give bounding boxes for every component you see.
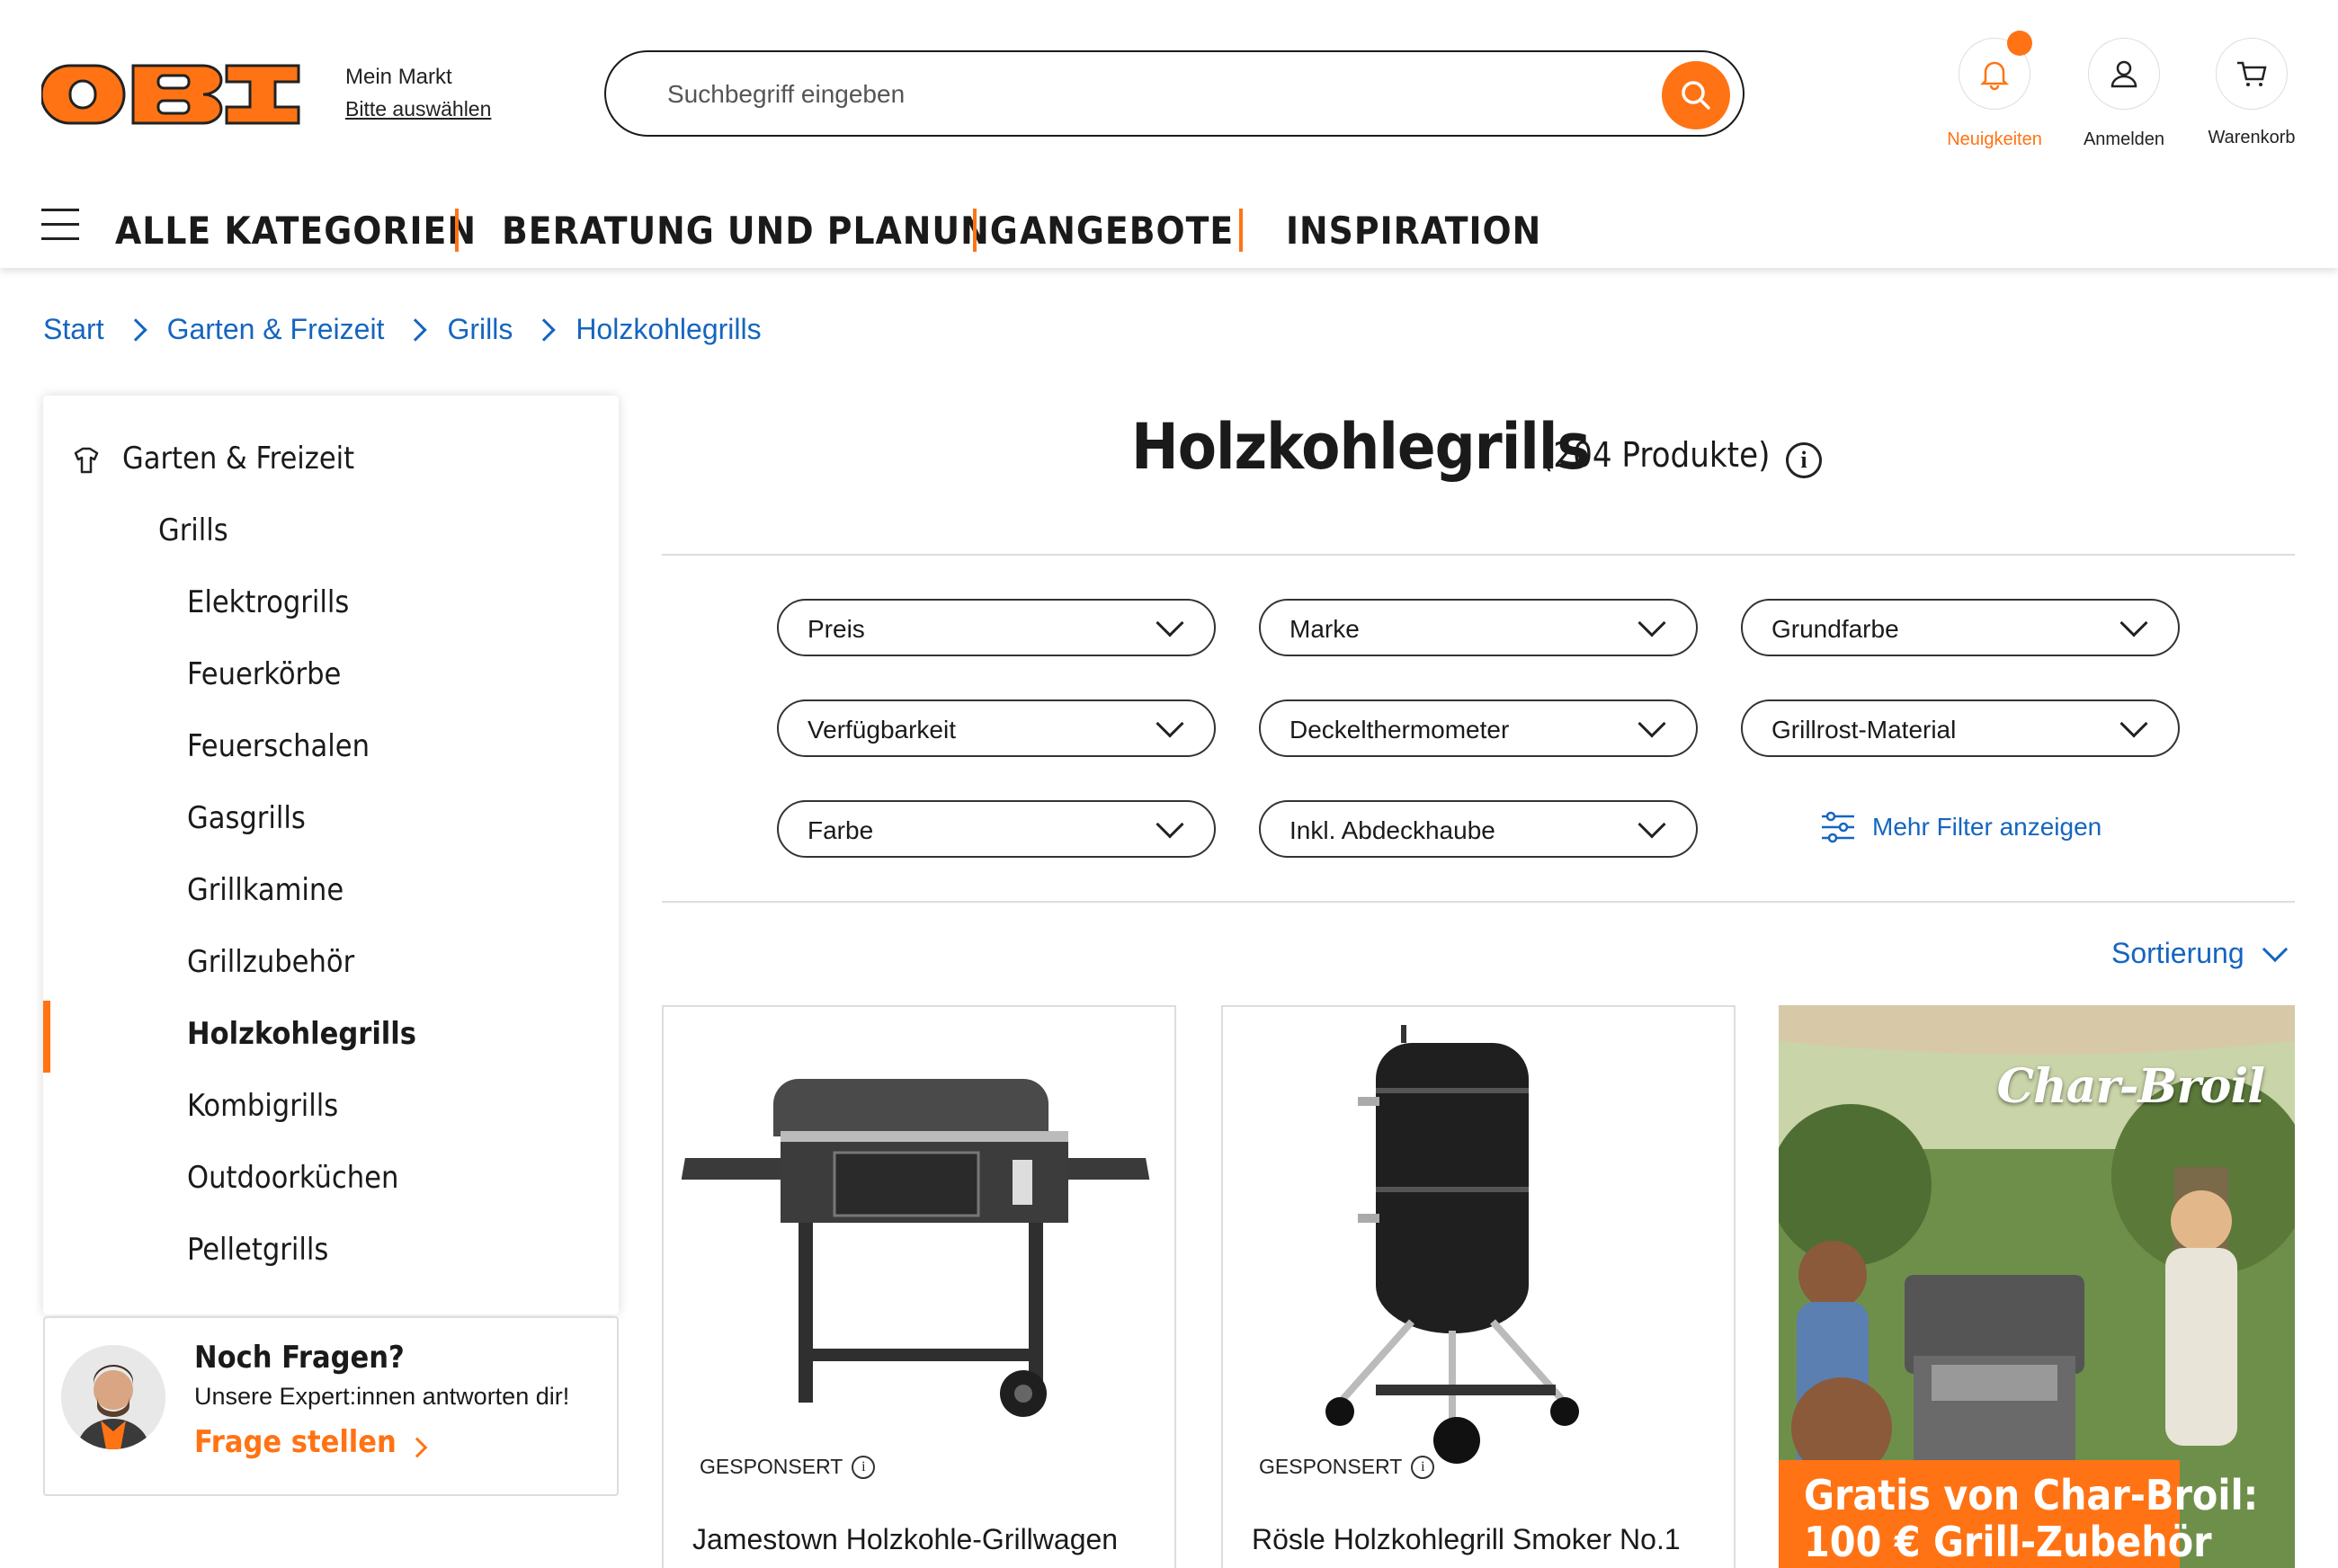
nav-divider [455, 209, 459, 252]
chevron-down-icon [1637, 709, 1666, 738]
sidebar-item-outdoorkuechen[interactable]: Outdoorküchen [187, 1160, 398, 1196]
nav-offers[interactable]: ANGEBOTE [1020, 209, 1234, 253]
sort-dropdown[interactable]: Sortierung [2111, 936, 2288, 970]
page-title: Holzkohlegrills [1131, 410, 1591, 484]
chevron-down-icon [2119, 709, 2148, 738]
filter-grillrost-material[interactable]: Grillrost-Material [1741, 699, 2180, 757]
sponsored-badge: GESPONSERT i [1259, 1455, 1435, 1479]
filter-preis[interactable]: Preis [777, 599, 1216, 656]
product-card[interactable]: GESPONSERT i Jamestown Holzkohle-Grillwag… [662, 1005, 1176, 1568]
chevron-down-icon [1637, 609, 1666, 637]
chevron-right-icon [123, 317, 147, 342]
search-icon [1682, 81, 1710, 110]
filter-abdeckhaube[interactable]: Inkl. Abdeckhaube [1259, 800, 1698, 858]
sidebar-item-holzkohlegrills[interactable]: Holzkohlegrills [187, 1016, 416, 1052]
product-name[interactable]: Rösle Holzkohlegrill Smoker No.1 [1252, 1523, 1681, 1556]
chevron-right-icon [406, 1437, 428, 1458]
login-label: Anmelden [2083, 129, 2165, 149]
site-header: Mein Markt Bitte auswählen Neuigkeiten A… [0, 0, 2338, 268]
help-box: Noch Fragen? Unsere Expert:innen antwort… [43, 1316, 619, 1496]
chevron-right-icon [532, 317, 557, 342]
promo-banner[interactable]: Char-Broil Gratis von Char-Broil: 100 € … [1779, 1005, 2295, 1568]
sidebar-item-feuerschalen[interactable]: Feuerschalen [187, 728, 370, 764]
chevron-down-icon [1156, 810, 1184, 839]
sidebar-parent[interactable]: Grills [158, 512, 228, 548]
product-image [1325, 1025, 1579, 1464]
nav-consulting[interactable]: BERATUNG UND PLANUNG [502, 209, 1019, 253]
sidebar-root[interactable]: Garten & Freizeit [122, 441, 354, 477]
sponsored-badge: GESPONSERT i [700, 1455, 876, 1479]
category-sidebar: Garten & Freizeit Grills Elektrogrills F… [43, 396, 619, 1314]
active-indicator [43, 1001, 50, 1073]
cart-button[interactable] [2216, 38, 2288, 110]
login-button[interactable] [2088, 38, 2160, 110]
menu-icon[interactable] [41, 209, 79, 245]
obi-logo[interactable] [41, 63, 304, 126]
sliders-icon [1822, 811, 1854, 843]
sort-label: Sortierung [2111, 937, 2244, 969]
product-card[interactable]: GESPONSERT i Rösle Holzkohlegrill Smoker … [1221, 1005, 1736, 1568]
filter-verfuegbarkeit[interactable]: Verfügbarkeit [777, 699, 1216, 757]
cart-label: Warenkorb [2208, 128, 2296, 147]
sidebar-item-grillkamine[interactable]: Grillkamine [187, 872, 344, 908]
chevron-down-icon [2119, 609, 2148, 637]
ask-question-link[interactable]: Frage stellen [194, 1424, 397, 1460]
breadcrumb-garden[interactable]: Garten & Freizeit [167, 313, 385, 346]
help-text: Unsere Expert:innen antworten dir! [194, 1383, 570, 1410]
chevron-down-icon [2262, 936, 2288, 962]
more-filters-button[interactable]: Mehr Filter anzeigen [1820, 811, 2102, 843]
info-icon[interactable]: i [1786, 442, 1822, 478]
search-bar [604, 50, 1745, 137]
sidebar-item-feuerkoerbe[interactable]: Feuerkörbe [187, 656, 341, 692]
breadcrumb-charcoal-grills[interactable]: Holzkohlegrills [576, 313, 761, 346]
bell-icon [1979, 61, 2010, 91]
divider [662, 554, 2295, 556]
chevron-right-icon [404, 317, 428, 342]
breadcrumb-grills[interactable]: Grills [447, 313, 513, 346]
nav-all-categories[interactable]: ALLE KATEGORIEN [115, 209, 477, 253]
cart-icon [2237, 61, 2267, 86]
search-button[interactable] [1662, 61, 1730, 129]
filter-deckelthermometer[interactable]: Deckelthermometer [1259, 699, 1698, 757]
market-label: Mein Markt [345, 65, 452, 89]
chevron-down-icon [1156, 609, 1184, 637]
info-icon[interactable]: i [1411, 1455, 1435, 1479]
notifications-label: Neuigkeiten [1947, 129, 2042, 149]
market-select-link[interactable]: Bitte auswählen [345, 97, 491, 121]
breadcrumb: Start Garten & Freizeit Grills Holzkohle… [43, 313, 762, 346]
filter-marke[interactable]: Marke [1259, 599, 1698, 656]
product-image [682, 1079, 1150, 1417]
filter-grundfarbe[interactable]: Grundfarbe [1741, 599, 2180, 656]
filter-farbe[interactable]: Farbe [777, 800, 1216, 858]
nav-divider [1239, 209, 1243, 252]
notification-badge [2007, 31, 2032, 56]
info-icon[interactable]: i [852, 1455, 876, 1479]
promo-offer: Gratis von Char-Broil: 100 € Grill-Zubeh… [1779, 1460, 2258, 1568]
help-title: Noch Fragen? [194, 1340, 405, 1376]
product-count: (204 Produkte) [1541, 435, 1771, 475]
divider [662, 901, 2295, 903]
promo-line-1: Gratis von Char-Broil: [1804, 1471, 2259, 1519]
product-name[interactable]: Jamestown Holzkohle-Grillwagen [692, 1523, 1118, 1556]
sidebar-item-gasgrills[interactable]: Gasgrills [187, 800, 306, 836]
sidebar-item-pelletgrills[interactable]: Pelletgrills [187, 1232, 328, 1268]
sidebar-item-grillzubehoer[interactable]: Grillzubehör [187, 944, 354, 980]
nav-inspiration[interactable]: INSPIRATION [1286, 209, 1541, 253]
user-icon [2110, 60, 2137, 88]
garden-shirt-icon [74, 447, 99, 474]
chevron-down-icon [1156, 709, 1184, 738]
main-nav: ALLE KATEGORIEN BERATUNG UND PLANUNG ANG… [0, 189, 2338, 270]
sidebar-item-elektrogrills[interactable]: Elektrogrills [187, 584, 349, 620]
breadcrumb-start[interactable]: Start [43, 313, 104, 346]
promo-line-2: 100 € Grill-Zubehör [1804, 1518, 2212, 1566]
chevron-down-icon [1637, 810, 1666, 839]
charbroil-logo: Char-Broil [1996, 1059, 2265, 1114]
search-input[interactable] [667, 72, 1620, 117]
nav-divider [973, 209, 977, 252]
expert-avatar [61, 1345, 165, 1449]
more-filters-label: Mehr Filter anzeigen [1872, 813, 2102, 841]
sidebar-item-kombigrills[interactable]: Kombigrills [187, 1088, 338, 1124]
